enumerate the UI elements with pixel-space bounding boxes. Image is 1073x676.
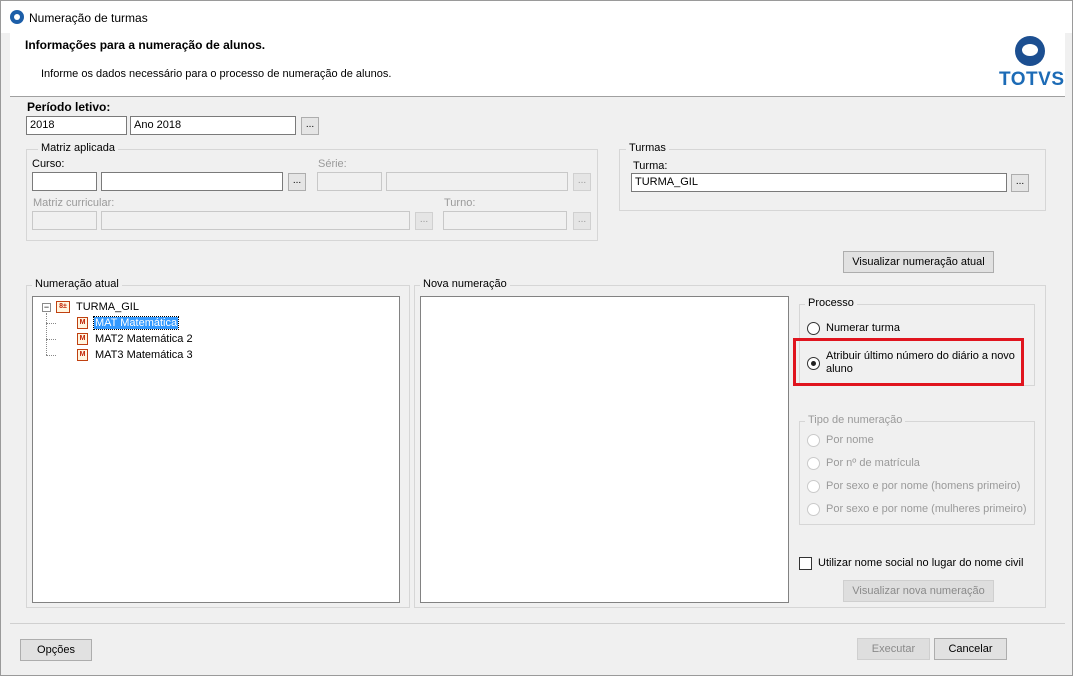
matriz-curricular-label: Matriz curricular: <box>33 197 115 209</box>
tree-line <box>46 313 47 355</box>
visualizar-atual-button[interactable]: Visualizar numeração atual <box>843 251 994 273</box>
turno-lookup-button: ... <box>573 212 591 230</box>
por-matricula-label: Por nº de matrícula <box>826 457 920 469</box>
header-panel: Informações para a numeração de alunos. … <box>10 33 1065 97</box>
executar-button[interactable]: Executar <box>857 638 930 660</box>
class-icon: 8± <box>56 301 70 313</box>
numeracao-turmas-window: Numeração de turmas Informações para a n… <box>0 0 1073 676</box>
totvs-logo: TOTVS <box>995 36 1064 91</box>
serie-lookup-button: ... <box>573 173 591 191</box>
serie-label: Série: <box>318 158 347 170</box>
turma-input[interactable]: TURMA_GIL <box>631 173 1007 192</box>
tipo-numeracao-title: Tipo de numeração <box>805 414 906 426</box>
tree-item[interactable]: MAT Matemática <box>92 316 180 330</box>
nova-numeracao-list[interactable] <box>420 296 789 603</box>
subject-icon: M <box>77 317 88 329</box>
window-title: Numeração de turmas <box>29 11 148 25</box>
totvs-logo-icon <box>1015 36 1045 66</box>
numeracao-atual-tree[interactable]: − 8± TURMA_GIL M MAT Matemática M MAT2 M… <box>32 296 400 603</box>
por-sexo-mulheres-label: Por sexo e por nome (mulheres primeiro) <box>826 503 1027 515</box>
periodo-label: Período letivo: <box>27 100 111 114</box>
matriz-code-input <box>32 211 97 230</box>
numerar-turma-label[interactable]: Numerar turma <box>826 322 900 334</box>
app-icon <box>10 10 24 24</box>
periodo-lookup-button[interactable]: ... <box>301 117 319 135</box>
opcoes-button[interactable]: Opções <box>20 639 92 661</box>
title-bar: Numeração de turmas <box>1 1 1072 33</box>
por-matricula-radio <box>807 457 820 470</box>
nome-social-label[interactable]: Utilizar nome social no lugar do nome ci… <box>818 557 1023 569</box>
processo-title: Processo <box>805 297 857 309</box>
radio-selected-dot <box>811 361 816 366</box>
header-title: Informações para a numeração de alunos. <box>25 38 266 52</box>
serie-code-input <box>317 172 382 191</box>
visualizar-nova-button[interactable]: Visualizar nova numeração <box>843 580 994 602</box>
atribuir-label-line2: aluno <box>826 363 853 375</box>
matriz-lookup-button: ... <box>415 212 433 230</box>
curso-name-input[interactable] <box>101 172 283 191</box>
atribuir-ultimo-numero-label[interactable]: Atribuir último número do diário a novo … <box>826 350 1016 376</box>
tree-item[interactable]: MAT3 Matemática 3 <box>95 349 193 361</box>
tree-root-label[interactable]: TURMA_GIL <box>76 301 139 313</box>
por-sexo-homens-radio <box>807 480 820 493</box>
cancelar-button[interactable]: Cancelar <box>934 638 1007 660</box>
turno-input <box>443 211 567 230</box>
tree-line <box>46 323 56 324</box>
footer-separator <box>10 623 1065 624</box>
atribuir-label-line1: Atribuir último número do diário a novo <box>826 350 1015 362</box>
turma-lookup-button[interactable]: ... <box>1011 174 1029 192</box>
curso-label: Curso: <box>32 158 65 170</box>
curso-lookup-button[interactable]: ... <box>288 173 306 191</box>
por-sexo-mulheres-radio <box>807 503 820 516</box>
tree-line <box>46 339 56 340</box>
matriz-name-input <box>101 211 410 230</box>
serie-name-input <box>386 172 568 191</box>
turmas-title: Turmas <box>626 142 669 154</box>
tree-collapse-toggle[interactable]: − <box>42 303 51 312</box>
numeracao-atual-title: Numeração atual <box>32 278 122 290</box>
por-nome-label: Por nome <box>826 434 874 446</box>
turma-label: Turma: <box>633 160 668 172</box>
subject-icon: M <box>77 333 88 345</box>
numerar-turma-radio[interactable] <box>807 322 820 335</box>
curso-code-input[interactable] <box>32 172 97 191</box>
subject-icon: M <box>77 349 88 361</box>
totvs-logo-text: TOTVS <box>999 69 1065 90</box>
header-subtitle: Informe os dados necessário para o proce… <box>41 68 392 80</box>
por-nome-radio <box>807 434 820 447</box>
turno-label: Turno: <box>444 197 476 209</box>
tree-item[interactable]: MAT2 Matemática 2 <box>95 333 193 345</box>
periodo-code-input[interactable]: 2018 <box>26 116 127 135</box>
periodo-description-input[interactable]: Ano 2018 <box>130 116 296 135</box>
matriz-aplicada-title: Matriz aplicada <box>38 142 118 154</box>
atribuir-ultimo-numero-radio[interactable] <box>807 357 820 370</box>
nova-numeracao-title: Nova numeração <box>420 278 510 290</box>
por-sexo-homens-label: Por sexo e por nome (homens primeiro) <box>826 480 1021 492</box>
tree-line <box>46 355 56 356</box>
nome-social-checkbox[interactable] <box>799 557 812 570</box>
